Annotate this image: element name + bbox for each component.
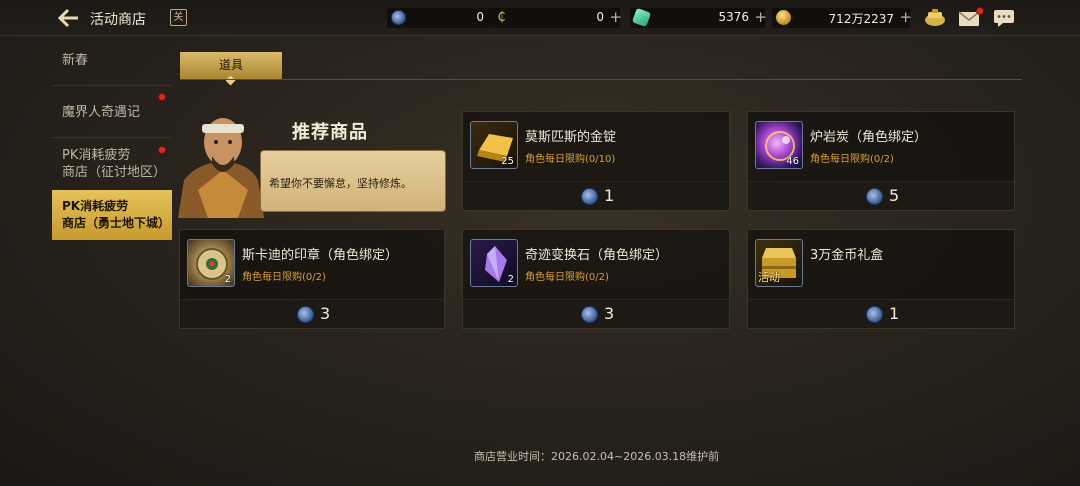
product-price: 1 bbox=[604, 186, 615, 205]
product-card[interactable]: 2 奇迹变换石（角色绑定） 角色每日限购(0/2) 3 bbox=[462, 229, 730, 329]
price-bar: 3 bbox=[180, 299, 444, 328]
product-limit: 角色每日限购(0/2) bbox=[525, 272, 609, 283]
currency-c-value: 0 bbox=[596, 10, 604, 24]
currency-gem-value: 5376 bbox=[718, 10, 749, 24]
tab-items[interactable]: 道具 bbox=[180, 52, 282, 80]
add-gem-button[interactable]: + bbox=[754, 8, 767, 26]
sidebar-item-pk-fatigue-dungeon[interactable]: PK消耗疲劳 商店（勇士地下城） bbox=[52, 190, 172, 240]
currency-c: ₵ 0 + bbox=[490, 8, 622, 28]
currency-gold: 712万2237 + bbox=[772, 8, 912, 28]
gold-coin-icon bbox=[776, 10, 791, 25]
product-name: 奇迹变换石（角色绑定） bbox=[525, 248, 669, 263]
pot-icon[interactable] bbox=[924, 8, 946, 28]
tab-underline bbox=[180, 79, 1022, 80]
fatigue-coin-icon bbox=[581, 306, 598, 323]
product-count: 46 bbox=[786, 156, 799, 167]
gold-ingot-icon: 25 bbox=[470, 121, 518, 169]
page-title: 活动商店 bbox=[90, 12, 146, 28]
shop-category-sidebar: 新春 魔界人奇遇记 PK消耗疲劳 商店（征讨地区） PK消耗疲劳 商店（勇士地下… bbox=[52, 40, 172, 250]
sidebar-item-label-line1: PK消耗疲劳 bbox=[62, 199, 129, 213]
currency-fatigue: 0 bbox=[387, 8, 490, 28]
back-arrow-icon[interactable] bbox=[57, 8, 80, 28]
product-card[interactable]: 25 莫斯匹斯的金锭 角色每日限购(0/10) 1 bbox=[462, 111, 730, 211]
npc-speech-bubble: 希望你不要懈怠，坚持修炼。 bbox=[260, 150, 446, 212]
product-name: 炉岩炭（角色绑定） bbox=[810, 130, 928, 145]
product-price: 3 bbox=[320, 304, 331, 323]
sidebar-item-pk-fatigue-conquest[interactable]: PK消耗疲劳 商店（征讨地区） bbox=[52, 147, 172, 183]
currency-gold-value: 712万2237 bbox=[828, 12, 894, 26]
fatigue-coin-icon bbox=[297, 306, 314, 323]
product-limit: 角色每日限购(0/2) bbox=[242, 272, 326, 283]
product-limit: 角色每日限购(0/2) bbox=[810, 154, 894, 165]
sidebar-item-demon-adventure[interactable]: 魔界人奇遇记 bbox=[52, 104, 172, 121]
product-card[interactable]: 活动 3万金币礼盒 1 bbox=[747, 229, 1015, 329]
seal-icon: 2 bbox=[187, 239, 235, 287]
add-c-coin-button[interactable]: + bbox=[609, 8, 622, 26]
c-coin-icon: ₵ bbox=[497, 10, 506, 25]
sidebar-item-label-line2: 商店（征讨地区） bbox=[62, 165, 167, 180]
gold-chest-icon: 活动 bbox=[755, 239, 803, 287]
furnace-charcoal-icon: 46 bbox=[755, 121, 803, 169]
sidebar-notification-dot bbox=[158, 146, 166, 154]
product-limit: 角色每日限购(0/10) bbox=[525, 154, 616, 165]
product-count: 2 bbox=[507, 274, 514, 285]
price-bar: 1 bbox=[463, 181, 729, 210]
crystal-icon: 2 bbox=[470, 239, 518, 287]
top-bar: 活动商店 关 0 ₵ 0 + 5376 + 712万2237 + bbox=[0, 0, 1080, 36]
price-bar: 5 bbox=[748, 181, 1014, 210]
price-bar: 1 bbox=[748, 299, 1014, 328]
fatigue-coin-icon bbox=[391, 10, 406, 25]
product-name: 3万金币礼盒 bbox=[810, 248, 884, 263]
fatigue-coin-icon bbox=[866, 188, 883, 205]
product-card[interactable]: 2 斯卡迪的印章（角色绑定） 角色每日限购(0/2) 3 bbox=[179, 229, 445, 329]
gem-icon bbox=[631, 7, 652, 28]
calendar-icon[interactable]: 关 bbox=[170, 9, 187, 26]
chat-icon[interactable] bbox=[993, 8, 1015, 28]
event-badge: 活动 bbox=[758, 271, 780, 284]
product-card[interactable]: 46 炉岩炭（角色绑定） 角色每日限购(0/2) 5 bbox=[747, 111, 1015, 211]
sidebar-notification-dot bbox=[158, 93, 166, 101]
mail-notification-dot bbox=[976, 7, 984, 15]
product-name: 斯卡迪的印章（角色绑定） bbox=[242, 248, 399, 263]
currency-fatigue-value: 0 bbox=[476, 10, 484, 24]
calendar-label: 关 bbox=[173, 12, 184, 23]
product-count: 25 bbox=[501, 156, 514, 167]
product-price: 5 bbox=[889, 186, 900, 205]
sidebar-item-label-line2: 商店（勇士地下城） bbox=[62, 216, 171, 230]
add-gold-button[interactable]: + bbox=[899, 8, 912, 26]
fatigue-coin-icon bbox=[581, 188, 598, 205]
fatigue-coin-icon bbox=[866, 306, 883, 323]
npc-master-portrait bbox=[178, 100, 268, 218]
product-count: 2 bbox=[224, 274, 231, 285]
sidebar-divider bbox=[52, 85, 172, 86]
sidebar-item-spring-festival[interactable]: 新春 bbox=[52, 52, 172, 69]
recommend-title: 推荐商品 bbox=[292, 122, 368, 143]
product-price: 1 bbox=[889, 304, 900, 323]
sidebar-divider bbox=[52, 137, 172, 138]
sidebar-item-label: 新春 bbox=[62, 53, 89, 68]
product-price: 3 bbox=[604, 304, 615, 323]
currency-gem: 5376 + bbox=[630, 7, 767, 28]
product-name: 莫斯匹斯的金锭 bbox=[525, 130, 617, 145]
sidebar-item-label-line1: PK消耗疲劳 bbox=[62, 148, 131, 163]
price-bar: 3 bbox=[463, 299, 729, 328]
shop-hours-text: 商店营业时间：2026.02.04~2026.03.18维护前 bbox=[474, 450, 720, 463]
sidebar-item-label: 魔界人奇遇记 bbox=[62, 105, 141, 120]
